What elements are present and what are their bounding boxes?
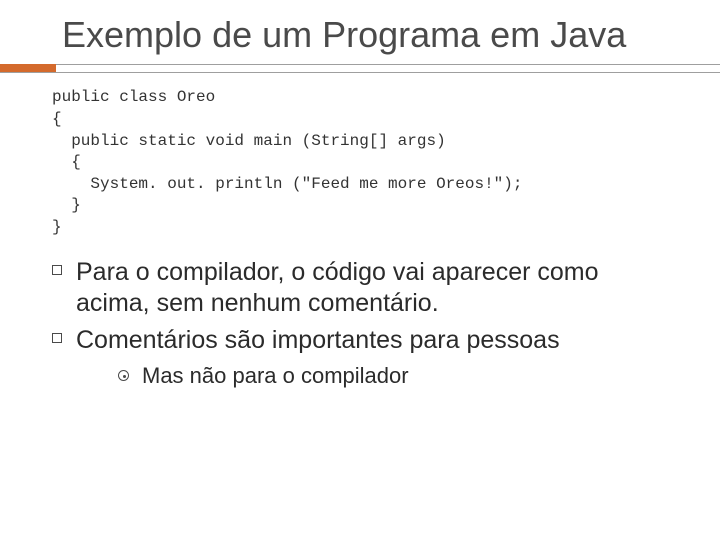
slide-title: Exemplo de um Programa em Java	[62, 14, 678, 55]
bullet-list: Para o compilador, o código vai aparecer…	[44, 257, 678, 391]
bullet-text: Para o compilador, o código vai aparecer…	[76, 258, 599, 317]
rule-line	[0, 64, 720, 65]
list-item: Comentários são importantes para pessoas…	[44, 325, 678, 391]
title-rule	[0, 61, 720, 75]
sub-bullet-text: Mas não para o compilador	[142, 363, 409, 388]
list-item: Mas não para o compilador	[116, 362, 678, 391]
slide: Exemplo de um Programa em Java public cl…	[0, 0, 720, 540]
rule-line	[0, 72, 720, 73]
list-item: Para o compilador, o código vai aparecer…	[44, 257, 678, 320]
code-block: public class Oreo { public static void m…	[52, 87, 678, 238]
sub-bullet-list: Mas não para o compilador	[116, 362, 678, 391]
bullet-text: Comentários são importantes para pessoas	[76, 326, 560, 354]
